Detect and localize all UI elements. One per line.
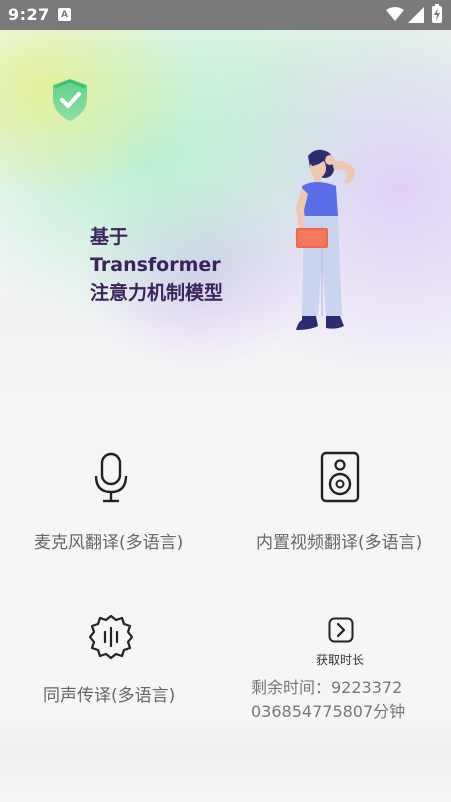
- hero-line-2: Transformer: [90, 254, 221, 276]
- status-time: 9:27: [8, 5, 50, 24]
- wifi-icon: [386, 7, 404, 21]
- woman-illustration: [296, 149, 356, 330]
- microphone-icon: [94, 452, 128, 503]
- hero-line-3: 注意力机制模型: [90, 282, 224, 304]
- remaining-time-text: 剩余时间：9223372036854775807分钟: [251, 678, 406, 721]
- speaker-icon: [320, 451, 360, 503]
- sound-wave-badge-icon: [88, 614, 134, 660]
- battery-charging-icon: [432, 4, 442, 23]
- hero-line-1: 基于: [90, 226, 129, 248]
- get-time-label: 获取时长: [316, 653, 365, 667]
- play-next-icon: [328, 617, 354, 643]
- shield-check-icon[interactable]: [51, 78, 89, 122]
- signal-icon: [408, 7, 424, 23]
- simultaneous-translate-label: 同声传译(多语言): [43, 686, 176, 706]
- video-translate-label: 内置视频翻译(多语言): [256, 533, 423, 553]
- status-bar: 9:27 A: [0, 0, 451, 30]
- hero-title: 基于 Transformer 注意力机制模型: [90, 223, 223, 307]
- a-icon: A: [58, 8, 71, 21]
- mic-translate-label: 麦克风翻译(多语言): [34, 533, 184, 553]
- bottom-fade: [0, 720, 451, 802]
- hero-banner: 基于 Transformer 注意力机制模型: [0, 30, 451, 400]
